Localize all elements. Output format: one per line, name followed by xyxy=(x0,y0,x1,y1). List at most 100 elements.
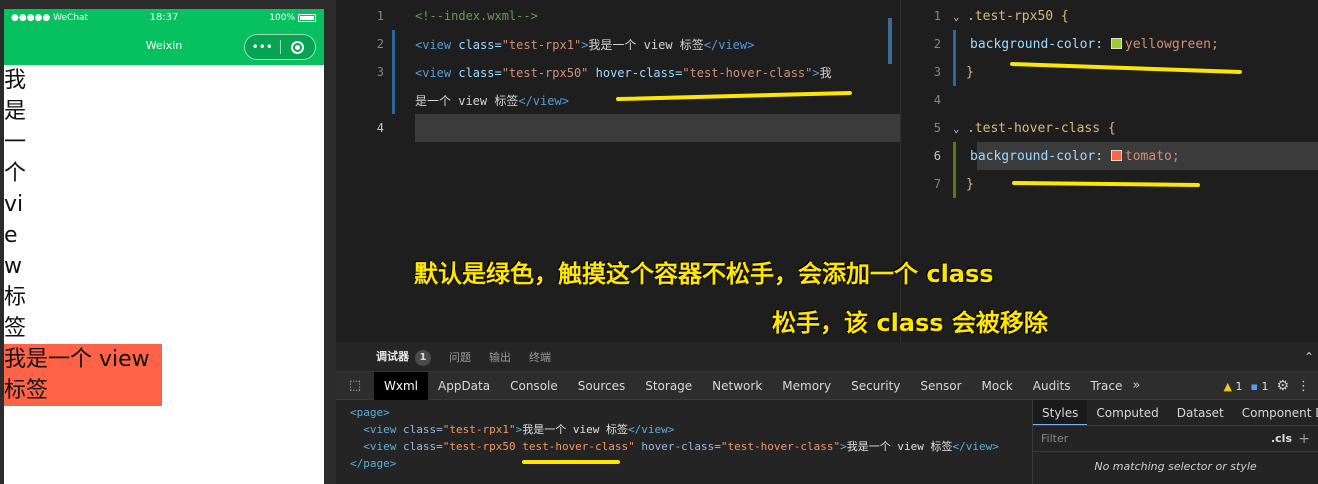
more-options-icon[interactable]: ⋮ xyxy=(1297,379,1310,394)
navigation-bar: Weixin ••• xyxy=(4,29,324,65)
wxml-editor-pane[interactable]: 1 <!--index.wxml--> 2 <view class="test-… xyxy=(336,0,900,342)
css-brace: } xyxy=(966,176,974,192)
annotation-underline xyxy=(522,460,620,464)
css-value: tomato; xyxy=(1124,148,1180,164)
styles-panel: Styles Computed Dataset Component Data F… xyxy=(1032,400,1318,484)
css-property: background-color: xyxy=(970,36,1104,52)
more-menu-icon[interactable]: ••• xyxy=(245,35,280,59)
code-attr: class= xyxy=(451,37,502,52)
message-icon[interactable]: ▪ 1 xyxy=(1250,380,1268,393)
status-bar: ●●●●● WeChat 18:37 100% xyxy=(4,9,324,29)
tab-component-data[interactable]: Component Data xyxy=(1233,400,1318,425)
line-number: 2 xyxy=(933,37,941,51)
tab-audits[interactable]: Audits xyxy=(1023,372,1081,400)
wxml-line-3: 3 <view class="test-rpx50" hover-class="… xyxy=(336,58,900,86)
inspect-element-icon[interactable]: ⬚ xyxy=(336,378,374,393)
code-text: 我 xyxy=(819,65,832,80)
code-attr: class= xyxy=(451,65,502,80)
wxml-dom-tree[interactable]: <page> <view class="test-rpx1">我是一个 view… xyxy=(336,400,1032,484)
view-test-rpx1[interactable]: 我是一个 view 标签 xyxy=(4,65,32,344)
wxml-line-1: 1 <!--index.wxml--> xyxy=(336,2,900,30)
code-string: "test-rpx50" xyxy=(501,65,589,80)
color-swatch-icon[interactable] xyxy=(1110,149,1122,161)
dom-node-view-1[interactable]: <view class="test-rpx1">我是一个 view 标签</vi… xyxy=(350,421,1018,438)
code-editor: 1 <!--index.wxml--> 2 <view class="test-… xyxy=(336,0,1318,342)
code-string: "test-rpx1" xyxy=(501,37,582,52)
debugger-panel: 调试器 1 问题 输出 终端 ⌃ ⬚ Wxml AppData Console S… xyxy=(336,342,1318,484)
line-number: 6 xyxy=(933,149,941,163)
tab-styles[interactable]: Styles xyxy=(1033,400,1088,425)
tab-problems[interactable]: 问题 xyxy=(449,349,471,365)
css-selector: .test-hover-class { xyxy=(967,120,1116,136)
devtools-tabs: ⬚ Wxml AppData Console Sources Storage N… xyxy=(336,371,1318,400)
devtools-status: ▲ 1 ▪ 1 ⚙ ⋮ xyxy=(1224,372,1310,400)
tab-computed[interactable]: Computed xyxy=(1087,400,1167,425)
fold-chevron-icon[interactable]: ⌄ xyxy=(953,10,967,23)
css-line-4: 4 xyxy=(901,86,1318,114)
fold-chevron-icon[interactable]: ⌄ xyxy=(953,122,967,135)
tab-dataset[interactable]: Dataset xyxy=(1168,400,1233,425)
css-line-1: 1 ⌄ .test-rpx50 { xyxy=(901,2,1318,30)
filter-placeholder: Filter xyxy=(1041,432,1069,445)
tab-security[interactable]: Security xyxy=(841,372,910,400)
css-property: background-color: xyxy=(970,148,1104,164)
battery-icon xyxy=(298,14,316,22)
tab-network[interactable]: Network xyxy=(702,372,772,400)
tab-terminal[interactable]: 终端 xyxy=(529,349,551,365)
view-test-rpx50-hovered[interactable]: 我是一个 view 标签 xyxy=(4,344,162,406)
styles-tabs: Styles Computed Dataset Component Data xyxy=(1033,400,1318,426)
code-attr: hover-class= xyxy=(588,65,683,80)
color-swatch-icon[interactable] xyxy=(1110,37,1122,49)
capsule-button[interactable]: ••• xyxy=(244,34,316,60)
dom-node-page[interactable]: <page> xyxy=(350,404,1018,421)
simulator: ●●●●● WeChat 18:37 100% Weixin ••• 我是一个 … xyxy=(0,0,336,484)
tab-debugger[interactable]: 调试器 1 xyxy=(376,348,431,366)
styles-filter-input[interactable]: Filter .cls + xyxy=(1033,426,1318,452)
tab-memory[interactable]: Memory xyxy=(772,372,841,400)
tab-output[interactable]: 输出 xyxy=(489,349,511,365)
page-content: 我是一个 view 标签 我是一个 view 标签 xyxy=(4,65,324,406)
debugger-badge: 1 xyxy=(415,349,431,366)
chevron-up-icon[interactable]: ⌃ xyxy=(1304,350,1314,364)
wxss-editor-pane[interactable]: 1 ⌄ .test-rpx50 { 2 background-color: ye… xyxy=(900,0,1318,342)
css-line-3: 3 } xyxy=(901,58,1318,86)
css-value: yellowgreen; xyxy=(1124,36,1219,52)
target-icon xyxy=(291,40,305,54)
no-match-message: No matching selector or style xyxy=(1094,460,1257,473)
battery-percent: 100% xyxy=(269,13,295,23)
more-tabs-icon[interactable]: » xyxy=(1132,378,1140,393)
tab-mock[interactable]: Mock xyxy=(972,372,1023,400)
tab-sources[interactable]: Sources xyxy=(568,372,635,400)
line-number: 1 xyxy=(933,9,941,23)
scroll-indicator[interactable] xyxy=(888,18,892,64)
code-tag-close: </view> xyxy=(703,37,755,52)
debugger-top-tabs: 调试器 1 问题 输出 终端 ⌃ xyxy=(336,342,1318,372)
plus-icon[interactable]: + xyxy=(1298,431,1310,447)
line-number: 4 xyxy=(933,93,941,107)
battery-status: 100% xyxy=(269,13,316,23)
dom-node-view-2[interactable]: <view class="test-rpx50 test-hover-class… xyxy=(350,438,1018,455)
dom-node-page-close[interactable]: </page> xyxy=(350,455,1018,472)
line-number: 5 xyxy=(933,121,941,135)
code-tag: <view xyxy=(415,65,452,80)
caption-line-2: 松手，该 class 会被移除 xyxy=(772,309,1048,337)
tab-console[interactable]: Console xyxy=(500,372,568,400)
tab-sensor[interactable]: Sensor xyxy=(910,372,971,400)
tab-storage[interactable]: Storage xyxy=(635,372,702,400)
tab-appdata[interactable]: AppData xyxy=(428,372,500,400)
gear-icon[interactable]: ⚙ xyxy=(1276,378,1289,394)
cls-toggle-button[interactable]: .cls xyxy=(1271,432,1292,445)
code-text: 是一个 view 标签 xyxy=(415,93,519,108)
wxml-line-2: 2 <view class="test-rpx1">我是一个 view 标签</… xyxy=(336,30,900,58)
tab-wxml[interactable]: Wxml xyxy=(374,371,428,400)
caption-line-1: 默认是绿色，触摸这个容器不松手，会添加一个 class xyxy=(414,260,994,288)
line-number: 4 xyxy=(376,121,384,135)
css-line-2: 2 background-color: yellowgreen; xyxy=(901,30,1318,58)
simulator-screen: ●●●●● WeChat 18:37 100% Weixin ••• 我是一个 … xyxy=(4,9,324,484)
close-mini-program-button[interactable] xyxy=(281,35,316,59)
code-text: 我是一个 view 标签 xyxy=(588,37,704,52)
tab-trace[interactable]: Trace xyxy=(1081,372,1133,400)
css-line-6: 6 background-color: tomato; xyxy=(901,142,1318,170)
warning-icon[interactable]: ▲ 1 xyxy=(1224,380,1243,393)
code-tag-close: </view> xyxy=(518,93,569,108)
